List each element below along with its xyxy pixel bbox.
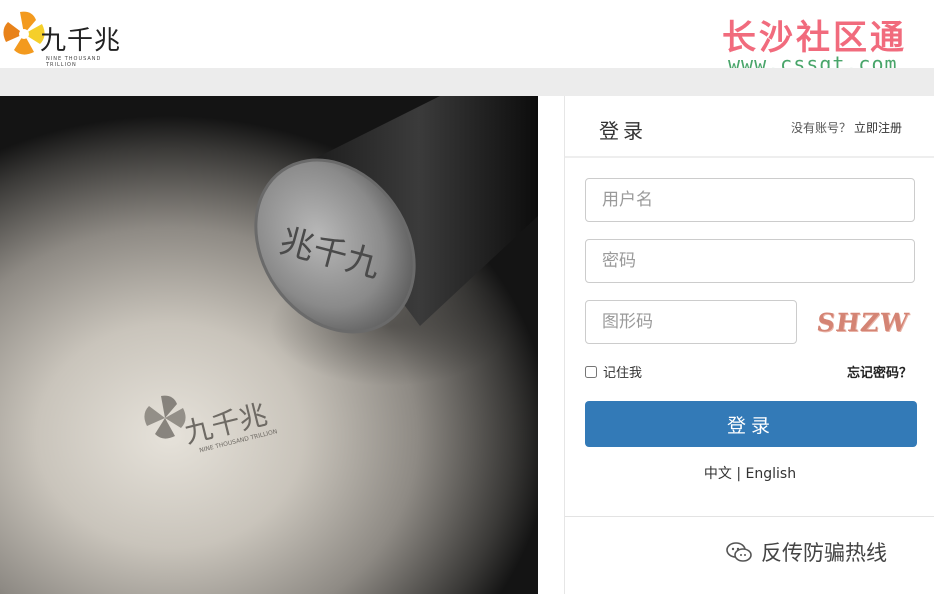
header-divider-band [0, 68, 934, 96]
login-button[interactable]: 登录 [585, 401, 917, 447]
logo-text: 九千兆 [40, 26, 122, 56]
remember-me-checkbox[interactable] [585, 365, 597, 378]
lang-separator: | [736, 466, 742, 482]
wechat-icon [726, 542, 752, 562]
top-bar: 九千兆 NINE THOUSAND TRILLION 长沙社区通 www.css… [0, 0, 934, 76]
username-input[interactable] [585, 178, 915, 222]
hero-image: 兆千九 九千兆 NINE THOUSAND TRILLION [0, 96, 538, 594]
panel-divider [565, 516, 934, 517]
remember-me[interactable]: 记住我 [585, 362, 642, 381]
register-link[interactable]: 立即注册 [854, 119, 902, 136]
wechat-account-label: 反传防骗热线 [725, 537, 887, 567]
forgot-password-link[interactable]: 忘记密码？ [847, 362, 912, 381]
language-switcher: 中文 | English [565, 463, 934, 483]
wechat-account-name: 反传防骗热线 [761, 541, 887, 565]
lang-english-link[interactable]: English [746, 466, 797, 482]
logo-subtitle: NINE THOUSAND TRILLION [46, 56, 102, 68]
login-panel: 登录 没有账号？ 立即注册 SHZW 记住我 忘记密码？ 登录 中文 | Eng… [564, 96, 934, 594]
no-account-text: 没有账号？ [791, 121, 852, 135]
hero-stamp-illustration: 兆千九 九千兆 NINE THOUSAND TRILLION [144, 96, 538, 454]
login-panel-header: 登录 没有账号？ 立即注册 [565, 96, 934, 158]
remember-me-label: 记住我 [603, 366, 643, 381]
brand-logo[interactable]: 九千兆 NINE THOUSAND TRILLION [2, 6, 132, 68]
captcha-image[interactable]: SHZW [811, 300, 915, 344]
captcha-input[interactable] [585, 300, 797, 344]
captcha-image-text: SHZW [814, 307, 912, 337]
login-title: 登录 [599, 119, 647, 143]
lang-chinese-link[interactable]: 中文 [704, 466, 732, 482]
password-input[interactable] [585, 239, 915, 283]
